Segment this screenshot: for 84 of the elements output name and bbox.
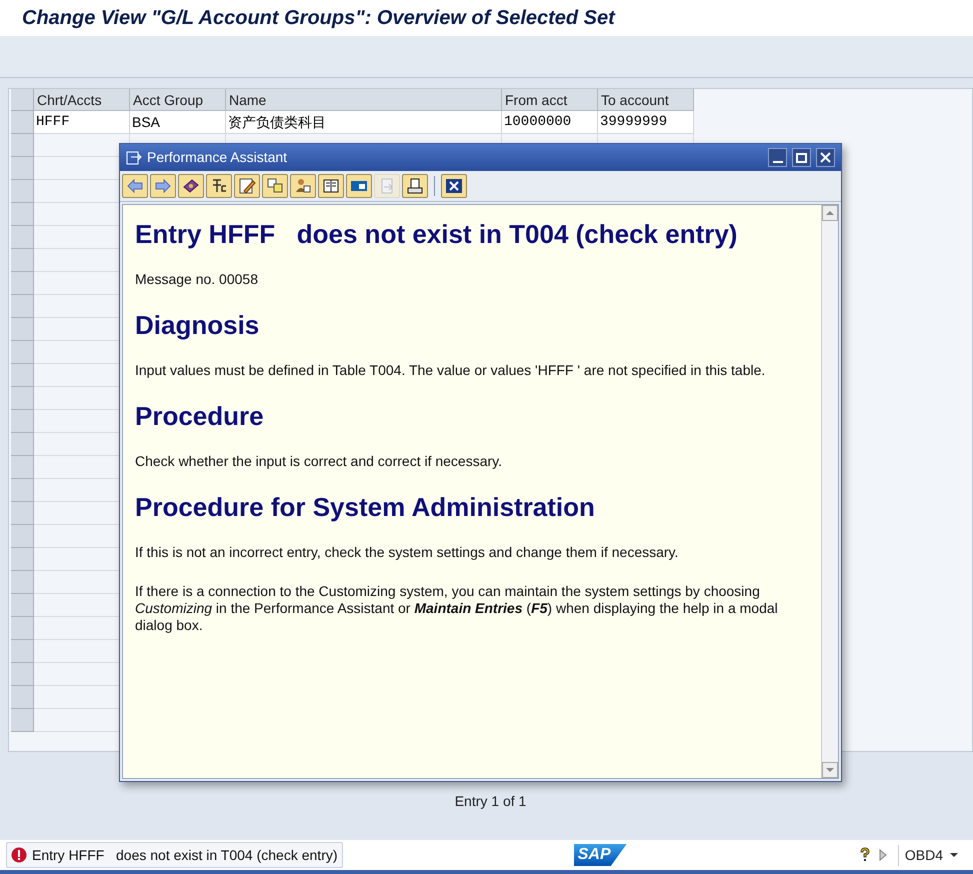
scrollbar[interactable] bbox=[821, 205, 838, 778]
row-selector[interactable] bbox=[11, 226, 34, 249]
help-paragraph: Message no. 00058 bbox=[135, 271, 259, 288]
tool-icon bbox=[210, 177, 228, 195]
pencil-page-icon bbox=[238, 177, 256, 195]
row-selector[interactable] bbox=[11, 318, 34, 341]
notes-icon bbox=[266, 177, 284, 195]
error-icon bbox=[11, 847, 27, 863]
row-selector[interactable] bbox=[11, 249, 34, 272]
maximize-button[interactable] bbox=[792, 148, 811, 167]
row-selector[interactable] bbox=[11, 341, 34, 364]
row-selector[interactable] bbox=[11, 272, 34, 295]
toolbar-button[interactable] bbox=[402, 174, 428, 198]
help-heading: Diagnosis bbox=[135, 310, 260, 340]
column-header[interactable]: From acct bbox=[502, 89, 598, 111]
row-selector[interactable] bbox=[11, 180, 34, 203]
toolbar-button[interactable] bbox=[262, 174, 288, 198]
person-icon bbox=[294, 177, 312, 195]
column-header[interactable]: Acct Group bbox=[130, 89, 226, 111]
row-selector[interactable] bbox=[11, 502, 34, 525]
table-cell: 10000000 bbox=[502, 111, 598, 134]
column-header[interactable]: Name bbox=[226, 89, 502, 111]
row-selector[interactable] bbox=[11, 134, 34, 157]
row-selector[interactable] bbox=[11, 387, 34, 410]
toolbar-button[interactable] bbox=[206, 174, 232, 198]
help-heading: Procedure for System Administration bbox=[135, 492, 596, 522]
table-cell: BSA bbox=[130, 111, 226, 134]
close-icon bbox=[445, 177, 463, 195]
column-header[interactable]: To account bbox=[598, 89, 694, 111]
row-selector[interactable] bbox=[11, 479, 34, 502]
row-selector[interactable] bbox=[11, 203, 34, 226]
play-icon[interactable] bbox=[878, 848, 888, 862]
row-selector[interactable] bbox=[11, 111, 34, 134]
row-selector[interactable] bbox=[11, 525, 34, 548]
book-open-icon bbox=[322, 177, 340, 195]
select-all-button[interactable] bbox=[11, 89, 34, 111]
help-paragraph: If this is not an incorrect entry, check the system settings and change them if necessary. bbox=[135, 544, 680, 561]
row-selector[interactable] bbox=[11, 571, 34, 594]
row-selector[interactable] bbox=[11, 295, 34, 318]
forward-arrow-icon bbox=[154, 177, 172, 195]
dialog-title: Performance Assistant bbox=[147, 148, 288, 167]
toolbar-button[interactable] bbox=[234, 174, 260, 198]
toolbar-button[interactable] bbox=[441, 174, 467, 198]
row-selector[interactable] bbox=[11, 433, 34, 456]
row-selector[interactable] bbox=[11, 686, 34, 709]
toolbar-button[interactable] bbox=[178, 174, 204, 198]
book-icon bbox=[182, 177, 200, 195]
help-heading: Entry HFFF does not exist in T004 (check entry) bbox=[135, 219, 738, 249]
sap-logo: SAP bbox=[574, 844, 627, 866]
table-cell: 39999999 bbox=[598, 111, 694, 134]
row-selector[interactable] bbox=[11, 456, 34, 479]
row-selector[interactable] bbox=[11, 640, 34, 663]
window-icon bbox=[126, 150, 142, 164]
close-button[interactable] bbox=[816, 148, 835, 167]
row-selector[interactable] bbox=[11, 157, 34, 180]
system-name: OBD4 bbox=[898, 844, 943, 866]
printer-icon bbox=[406, 177, 424, 195]
row-selector[interactable] bbox=[11, 663, 34, 686]
row-selector[interactable] bbox=[11, 617, 34, 640]
status-message: Entry HFFF does not exist in T004 (check entry) bbox=[6, 842, 343, 868]
row-selector[interactable] bbox=[11, 548, 34, 571]
help-paragraph: If there is a connection to the Customizing system, you can maintain the system settings by choosing Customizing in the Performance Assistant or Maintain Entries (F5) when displaying the help in a modal dialog box. bbox=[135, 583, 779, 634]
minimize-button[interactable] bbox=[768, 148, 787, 167]
row-selector[interactable] bbox=[11, 594, 34, 617]
toolbar-button[interactable] bbox=[318, 174, 344, 198]
close-icon bbox=[820, 152, 831, 163]
row-selector[interactable] bbox=[11, 709, 34, 732]
toolbar-button[interactable] bbox=[290, 174, 316, 198]
help-icon[interactable] bbox=[858, 846, 872, 864]
help-paragraph: Input values must be defined in Table T004. The value or values 'HFFF ' are not specified in this table. bbox=[135, 362, 766, 379]
screen-title: Change View "G/L Account Groups": Overview of Selected Set bbox=[22, 6, 615, 31]
scroll-down-icon[interactable] bbox=[822, 762, 838, 778]
back-arrow-icon bbox=[126, 177, 144, 195]
toolbar-button[interactable] bbox=[346, 174, 372, 198]
help-paragraph: Check whether the input is correct and correct if necessary. bbox=[135, 453, 504, 470]
table-cell: HFFF bbox=[34, 111, 130, 134]
help-heading: Procedure bbox=[135, 401, 265, 431]
entry-count: Entry 1 of 1 bbox=[454, 792, 526, 811]
caret-icon[interactable] bbox=[949, 851, 959, 859]
row-selector[interactable] bbox=[11, 410, 34, 433]
row-selector[interactable] bbox=[11, 364, 34, 387]
table-cell: 资产负债类科目 bbox=[226, 111, 502, 134]
scroll-up-icon[interactable] bbox=[822, 205, 838, 221]
column-header[interactable]: Chrt/Accts bbox=[34, 89, 130, 111]
